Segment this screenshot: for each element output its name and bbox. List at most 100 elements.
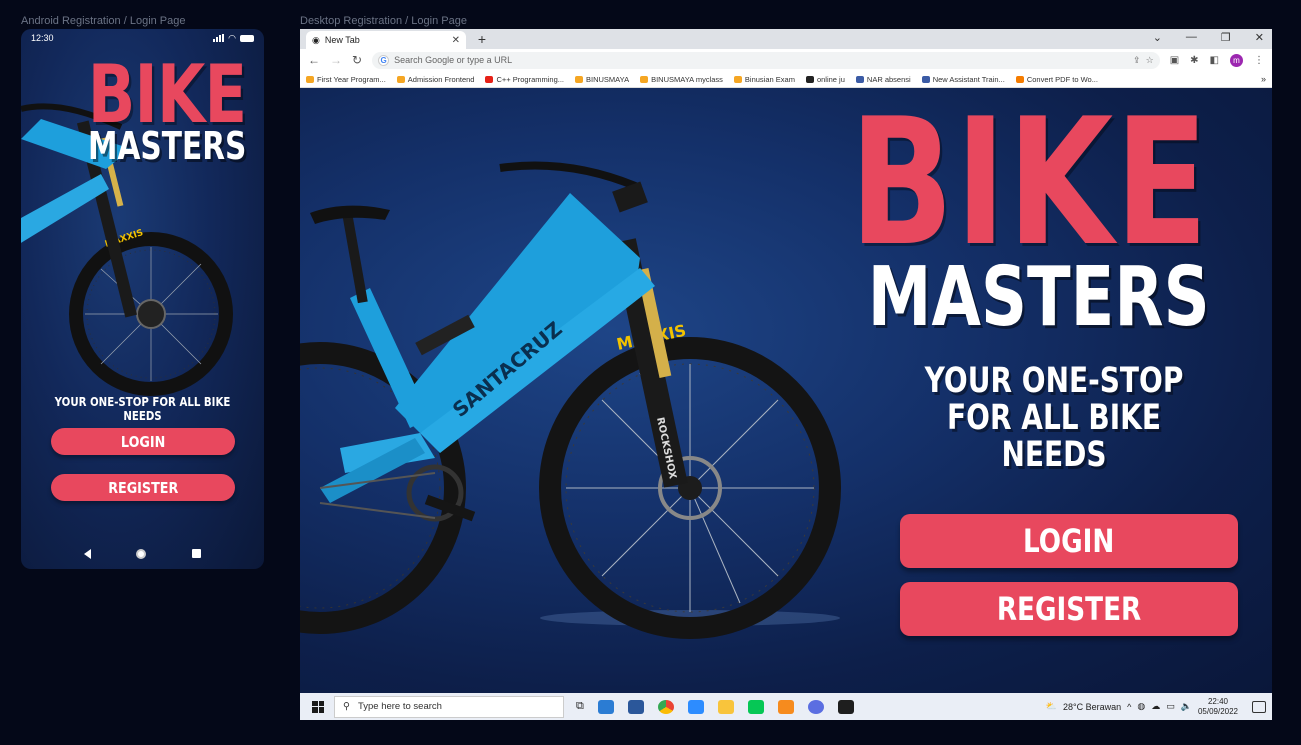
browser-toolbar: ← → ↻ G Search Google or type a URL ⇪ ☆ … <box>300 49 1272 71</box>
new-tab-button[interactable]: + <box>474 32 490 48</box>
register-button-label: REGISTER <box>107 478 179 497</box>
close-window-icon[interactable]: ✕ <box>1255 31 1264 44</box>
register-button-label: REGISTER <box>996 590 1142 628</box>
tagline-line-2: FOR ALL BIKE NEEDS <box>947 397 1161 475</box>
chrome-app-icon[interactable] <box>657 699 674 714</box>
bookmark-item[interactable]: New Assistant Train... <box>921 74 1005 84</box>
taskbar-apps: ⧉ <box>576 699 854 714</box>
signal-icon <box>213 34 225 42</box>
register-button[interactable]: REGISTER <box>900 582 1238 636</box>
bookmark-item[interactable]: C++ Programming... <box>485 75 564 84</box>
bookmark-item[interactable]: Binusian Exam <box>733 75 795 84</box>
brand-title-masters: MASTERS <box>868 249 1210 345</box>
bookmark-item[interactable]: NAR absensi <box>855 75 911 84</box>
minimize-icon[interactable]: — <box>1186 31 1197 44</box>
wifi-icon: ◠ <box>228 32 236 43</box>
bookmark-item[interactable]: Convert PDF to Wo... <box>1015 75 1098 84</box>
page-viewport: MAXXIS ROCKSHOX SANTACRUZ <box>300 88 1272 693</box>
figma-app-icon[interactable] <box>837 699 854 714</box>
brand-title-bike: BIKE <box>87 48 246 141</box>
bookmark-label: Admission Frontend <box>407 74 475 84</box>
bookmark-favicon-icon <box>575 75 584 83</box>
share-icon[interactable]: ⇪ <box>1133 55 1141 66</box>
taskbar-search-placeholder: Type here to search <box>357 701 442 712</box>
windows-start-icon[interactable] <box>312 700 324 713</box>
side-panel-icon[interactable]: ◧ <box>1210 55 1219 66</box>
status-time: 12:30 <box>31 33 54 43</box>
tab-title: New Tab <box>324 35 360 45</box>
puzzle-icon[interactable]: ✱ <box>1190 55 1198 66</box>
line-app-icon[interactable] <box>747 699 764 714</box>
weather-text[interactable]: 28°C Berawan <box>1063 702 1121 712</box>
android-phone-screen: 12:30 ◠ MAXXIS BIKE MASTERS YOUR ONE-STO… <box>21 29 264 569</box>
login-button[interactable]: LOGIN <box>900 514 1238 568</box>
brand-logo: BIKE MASTERS <box>43 48 246 168</box>
reload-icon[interactable]: ↻ <box>352 53 362 67</box>
chevron-down-icon[interactable]: ⌄ <box>1153 31 1162 44</box>
chrome-profile-app-icon[interactable] <box>807 699 824 714</box>
tagline: YOUR ONE-STOP FOR ALL BIKE NEEDS <box>884 363 1224 473</box>
network-icon[interactable]: ◍ <box>1137 701 1145 712</box>
notification-icon[interactable] <box>1252 700 1266 713</box>
bookmark-item[interactable]: BINUSMAYA <box>575 75 629 84</box>
brand-logo: BIKE MASTERS <box>748 96 1210 345</box>
weather-icon[interactable]: ⛅ <box>1046 701 1057 712</box>
windows-taskbar: ⚲ Type here to search ⧉ ⛅ 28°C Berawan ^… <box>300 693 1272 720</box>
system-tray: ⛅ 28°C Berawan ^ ◍ ☁ ▭ 🔈 22:40 05/09/202… <box>1046 697 1266 716</box>
bookmark-favicon-icon <box>921 75 930 83</box>
word-app-icon[interactable] <box>627 699 644 714</box>
window-controls: ⌄ — ❐ ✕ <box>1153 31 1264 44</box>
bookmark-favicon-icon <box>855 75 864 83</box>
address-bar-placeholder: Search Google or type a URL <box>394 55 513 65</box>
back-arrow-icon[interactable]: ← <box>308 53 320 67</box>
bookmark-favicon-icon <box>640 75 649 83</box>
bookmark-label: online ju <box>816 74 845 84</box>
bookmark-label: First Year Program... <box>317 74 386 84</box>
back-icon[interactable] <box>83 549 91 559</box>
chrome-icon: ◉ <box>312 34 320 45</box>
login-button-label: LOGIN <box>120 432 166 451</box>
bookmark-label: New Assistant Train... <box>932 74 1005 84</box>
address-bar[interactable]: G Search Google or type a URL ⇪ ☆ <box>372 51 1160 69</box>
more-bookmarks-button[interactable]: » <box>1261 74 1266 84</box>
bookmark-item[interactable]: online ju <box>805 74 845 84</box>
android-nav-bar <box>21 549 264 559</box>
restore-icon[interactable]: ❐ <box>1221 31 1231 44</box>
calendar-app-icon[interactable] <box>597 699 614 714</box>
bookmark-item[interactable]: First Year Program... <box>306 75 386 84</box>
login-button[interactable]: LOGIN <box>51 428 235 455</box>
close-tab-icon[interactable]: ✕ <box>452 35 460 46</box>
tagline-line-1: YOUR ONE-STOP <box>924 361 1184 401</box>
clock[interactable]: 22:40 05/09/2022 <box>1198 697 1238 715</box>
bookmark-star-icon[interactable]: ☆ <box>1146 55 1154 66</box>
bookmark-favicon-icon <box>485 75 494 83</box>
chevron-up-icon[interactable]: ^ <box>1127 702 1131 712</box>
bookmarks-bar: First Year Program... Admission Frontend C… <box>300 71 1272 88</box>
bookmark-favicon-icon <box>1015 75 1024 83</box>
zoom-app-icon[interactable] <box>687 699 704 714</box>
file-explorer-icon[interactable] <box>717 699 734 714</box>
orange-app-icon[interactable] <box>777 699 794 714</box>
taskbar-search[interactable]: ⚲ Type here to search <box>334 695 564 718</box>
brand-title-masters: MASTERS <box>87 124 246 168</box>
extension-icon[interactable]: ▣ <box>1170 55 1179 66</box>
task-view-icon[interactable]: ⧉ <box>576 700 584 713</box>
forward-arrow-icon[interactable]: → <box>330 53 342 67</box>
volume-icon[interactable]: 🔈 <box>1181 701 1192 712</box>
recents-icon[interactable] <box>192 549 202 558</box>
desktop-screen: ◉ New Tab ✕ + ⌄ — ❐ ✕ ← → ↻ G Search Goo… <box>300 29 1272 720</box>
battery-tray-icon[interactable]: ▭ <box>1166 701 1175 712</box>
bookmark-favicon-icon <box>733 75 742 83</box>
browser-tab[interactable]: ◉ New Tab ✕ <box>306 31 466 49</box>
cloud-icon[interactable]: ☁ <box>1151 701 1160 712</box>
bookmark-item[interactable]: BINUSMAYA myclass <box>640 75 723 84</box>
tagline: YOUR ONE-STOP FOR ALL BIKE NEEDS <box>54 395 231 423</box>
bookmark-favicon-icon <box>805 75 814 83</box>
profile-avatar[interactable]: m <box>1230 53 1243 67</box>
clock-time: 22:40 <box>1207 697 1228 707</box>
bookmark-label: BINUSMAYA myclass <box>651 74 723 84</box>
register-button[interactable]: REGISTER <box>51 474 235 501</box>
home-icon[interactable] <box>136 549 147 559</box>
bookmark-item[interactable]: Admission Frontend <box>396 74 475 84</box>
kebab-menu-icon[interactable]: ⋮ <box>1254 55 1264 66</box>
